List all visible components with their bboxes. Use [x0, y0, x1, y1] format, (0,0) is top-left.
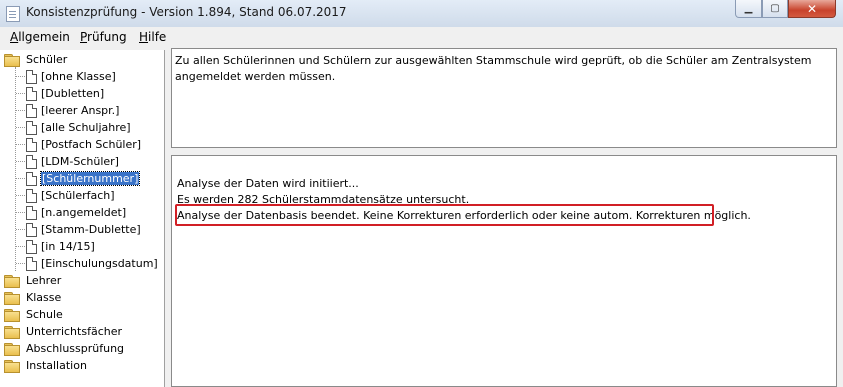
tree-folder-abschlusspruefung[interactable]: Abschlussprüfung — [4, 340, 124, 357]
title-bar: Konsistenzprüfung - Version 1.894, Stand… — [0, 0, 843, 27]
tree-item-label: [Postfach Schüler] — [41, 138, 142, 151]
folder-icon — [4, 308, 20, 322]
tree-item-label: [Stamm-Dublette] — [41, 223, 141, 236]
document-icon — [26, 188, 37, 203]
tree-branch — [16, 127, 25, 128]
tree-folder-unterrichtsfaecher[interactable]: Unterrichtsfächer — [4, 323, 122, 340]
tree-item-label: [n.angemeldet] — [41, 206, 127, 219]
tree-item-label: [ohne Klasse] — [41, 70, 116, 83]
tree-item-alle-schuljahre[interactable]: [alle Schuljahre] — [26, 119, 131, 136]
description-pane: Zu allen Schülerinnen und Schülern zur a… — [171, 48, 837, 148]
folder-icon — [4, 325, 20, 339]
tree-item-label: [Dubletten] — [41, 87, 105, 100]
tree-item-n-angemeldet[interactable]: [n.angemeldet] — [26, 204, 126, 221]
split-pane-divider[interactable] — [166, 48, 170, 387]
tree-item-leerer-anspr[interactable]: [leerer Anspr.] — [26, 102, 119, 119]
tree-item-label: [Einschulungsdatum] — [41, 257, 158, 270]
tree-item-label: [Schülerfach] — [41, 189, 115, 202]
tree-branch — [16, 144, 25, 145]
maximize-icon: ▢ — [770, 3, 780, 14]
tree-folder-installation[interactable]: Installation — [4, 357, 87, 374]
tree-item-ohne-klasse[interactable]: [ohne Klasse] — [26, 68, 116, 85]
category-tree[interactable]: Schüler [ohne Klasse] [Dubletten] [leere… — [0, 50, 165, 387]
close-button[interactable]: ✕ — [788, 0, 836, 18]
menu-bar: Allgemein Prüfung Hilfe — [0, 27, 843, 49]
document-icon — [26, 239, 37, 254]
document-icon — [26, 154, 37, 169]
tree-item-dubletten[interactable]: [Dubletten] — [26, 85, 104, 102]
tree-branch — [16, 161, 25, 162]
document-icon — [26, 120, 37, 135]
tree-item-label: [LDM-Schüler] — [41, 155, 119, 168]
document-icon — [26, 69, 37, 84]
tree-folder-label: Schule — [26, 308, 63, 321]
menu-pruefung[interactable]: Prüfung — [80, 30, 127, 44]
tree-folder-lehrer[interactable]: Lehrer — [4, 272, 61, 289]
tree-branch — [16, 93, 25, 94]
tree-item-schuelerfach[interactable]: [Schülerfach] — [26, 187, 115, 204]
minimize-button[interactable]: ▁ — [735, 0, 762, 18]
tree-folder-schule[interactable]: Schule — [4, 306, 63, 323]
tree-folder-label: Installation — [26, 359, 87, 372]
tree-item-label: [in 14/15] — [41, 240, 95, 253]
tree-branch — [16, 246, 25, 247]
tree-folder-label: Abschlussprüfung — [26, 342, 125, 355]
close-icon: ✕ — [806, 1, 818, 16]
tree-branch — [16, 76, 25, 77]
document-icon — [26, 137, 37, 152]
tree-item-label: [leerer Anspr.] — [41, 104, 120, 117]
folder-icon — [4, 274, 20, 288]
document-icon — [26, 171, 37, 186]
log-line: Analyse der Daten wird initiiert... — [177, 177, 359, 190]
tree-item-postfach-schueler[interactable]: [Postfach Schüler] — [26, 136, 141, 153]
folder-icon — [4, 359, 20, 373]
tree-item-label-selected: [Schülernummer] — [39, 171, 141, 186]
menu-allgemein[interactable]: Allgemein — [10, 30, 70, 44]
tree-item-stamm-dublette[interactable]: [Stamm-Dublette] — [26, 221, 141, 238]
tree-folder-label: Lehrer — [26, 274, 62, 287]
folder-icon — [4, 291, 20, 305]
app-document-icon — [6, 6, 20, 22]
document-icon — [26, 256, 37, 271]
folder-icon — [4, 342, 20, 356]
folder-icon — [4, 53, 20, 67]
result-highlight-box — [175, 204, 714, 226]
tree-branch — [16, 178, 25, 179]
document-icon — [26, 222, 37, 237]
document-icon — [26, 205, 37, 220]
tree-folder-klasse[interactable]: Klasse — [4, 289, 61, 306]
tree-folder-schueler[interactable]: Schüler — [4, 51, 67, 68]
maximize-button[interactable]: ▢ — [762, 0, 788, 18]
tree-branch — [16, 263, 25, 264]
tree-item-schuelernummer[interactable]: [Schülernummer] — [26, 170, 141, 187]
description-text: Zu allen Schülerinnen und Schülern zur a… — [175, 54, 812, 83]
document-icon — [26, 103, 37, 118]
log-pane[interactable]: Analyse der Daten wird initiiert... Es w… — [171, 155, 837, 387]
tree-item-in-14-15[interactable]: [in 14/15] — [26, 238, 95, 255]
window-title: Konsistenzprüfung - Version 1.894, Stand… — [26, 5, 347, 19]
tree-branch — [16, 195, 25, 196]
minimize-icon: ▁ — [744, 3, 753, 14]
tree-folder-label: Klasse — [26, 291, 62, 304]
tree-folder-label: Schüler — [26, 53, 68, 66]
tree-branch — [16, 110, 25, 111]
tree-item-label: [alle Schuljahre] — [41, 121, 131, 134]
tree-item-ldm-schueler[interactable]: [LDM-Schüler] — [26, 153, 119, 170]
document-icon — [26, 86, 37, 101]
tree-folder-label: Unterrichtsfächer — [26, 325, 122, 338]
tree-branch — [16, 229, 25, 230]
tree-branch — [16, 212, 25, 213]
tree-item-einschulungsdatum[interactable]: [Einschulungsdatum] — [26, 255, 158, 272]
menu-hilfe[interactable]: Hilfe — [139, 30, 166, 44]
tree-guide-line — [15, 67, 16, 271]
